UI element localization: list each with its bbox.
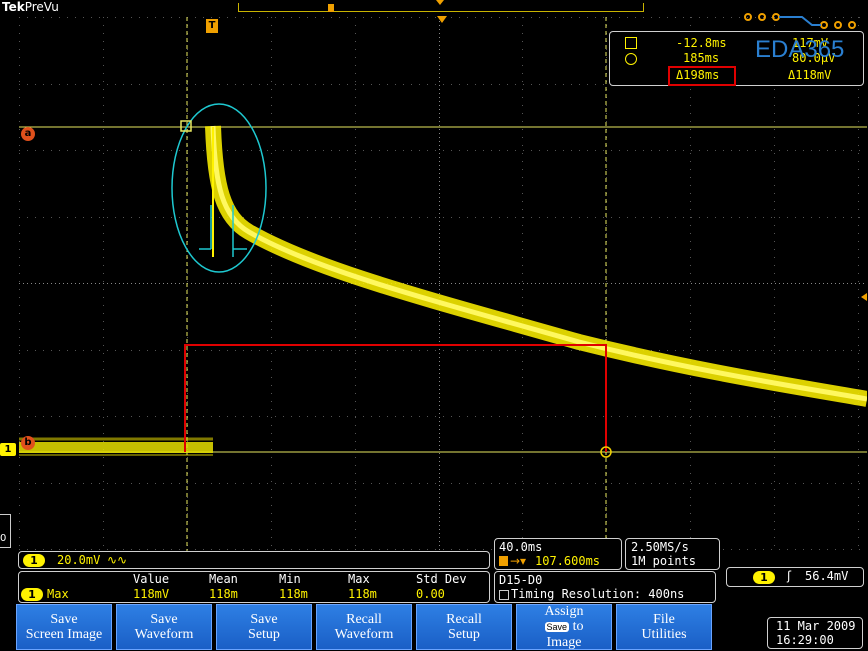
cursor-b-marker[interactable]: b: [21, 436, 35, 450]
softkey-label: to: [572, 619, 584, 634]
softkey-label: Image: [546, 635, 582, 650]
digital-bus-label: D15-D0: [499, 573, 543, 587]
record-length: 1M points: [631, 554, 697, 568]
trigger-position: 107.600ms: [535, 554, 601, 568]
record-trigger-icon: [328, 4, 334, 12]
trigger-arrow-icon: →▾: [510, 554, 527, 568]
save-key-badge: Save: [544, 622, 570, 632]
trigger-channel-badge: 1: [753, 571, 775, 584]
brand-label: TekPreVu: [2, 0, 59, 14]
time-display: 16:29:00: [776, 633, 834, 647]
softkey-label: Setup: [248, 627, 280, 642]
sample-rate: 2.50MS/s: [631, 540, 689, 554]
channel-1-badge: 1: [23, 554, 45, 567]
meas-stddev: 0.00: [416, 587, 445, 601]
trigger-position-marker[interactable]: T: [206, 19, 218, 33]
assign-save-button[interactable]: Assign Save to Image: [516, 604, 612, 650]
digital-channels-panel[interactable]: D15-D0 Timing Resolution: 400ns: [494, 571, 716, 603]
trigger-panel[interactable]: 1 ʃ 56.4mV: [726, 567, 864, 587]
sampling-panel[interactable]: 2.50MS/s 1M points: [625, 538, 720, 570]
digital-timing-resolution: Timing Resolution: 400ns: [511, 587, 685, 601]
circuit-logo-icon: [744, 13, 856, 29]
delta-time-highlight: [668, 66, 736, 86]
softkey-label: Save: [150, 612, 178, 627]
measurement-panel[interactable]: Value Mean Min Max Std Dev 1 Max 118mV 1…: [18, 571, 490, 603]
eda365-watermark-logo: EDA365: [755, 36, 845, 63]
softkey-label: Assign: [544, 604, 584, 619]
channel-scale-panel[interactable]: 1 20.0mV ∿∿: [18, 551, 490, 569]
softkey-label: Screen Image: [25, 627, 103, 642]
softkey-label: Setup: [448, 627, 480, 642]
meas-name: Max: [47, 587, 69, 601]
timebase-panel[interactable]: 40.0ms →▾ 107.600ms: [494, 538, 622, 570]
channel-1-scale: 20.0mV: [57, 553, 101, 567]
meas-channel-badge: 1: [21, 588, 43, 601]
graticule-grid: [19, 17, 867, 551]
waveform-trace: [19, 125, 867, 456]
file-utilities-button[interactable]: File Utilities: [616, 604, 712, 650]
channel-1-ground-marker[interactable]: 1: [0, 443, 16, 456]
softkey-label: Recall: [446, 612, 482, 627]
softkey-label: Recall: [346, 612, 382, 627]
cursor-b-time: 185ms: [683, 51, 720, 65]
meas-value: 118mV: [133, 587, 170, 601]
softkey-label: Waveform: [334, 627, 394, 642]
record-center-arrow-icon: [436, 0, 444, 5]
softkey-label: Save: [250, 612, 278, 627]
cursor-delta-voltage: Δ118mV: [788, 68, 832, 82]
meas-header-value: Value: [133, 572, 170, 586]
meas-header-stddev: Std Dev: [416, 572, 467, 586]
datetime-panel: 11 Mar 2009 16:29:00: [767, 617, 863, 649]
ground-reference-marker[interactable]: 0: [0, 514, 11, 548]
cursor-a-time: -12.8ms: [676, 36, 727, 50]
brand-tek: Tek: [2, 0, 25, 14]
time-per-division: 40.0ms: [499, 540, 543, 554]
recall-waveform-button[interactable]: Recall Waveform: [316, 604, 412, 650]
brand-prevu: PreVu: [24, 0, 59, 14]
softkey-label: File: [653, 612, 675, 627]
right-edge-marker: [861, 293, 867, 301]
graticule-center-arrow-icon: [437, 16, 447, 23]
softkey-label: Waveform: [134, 627, 194, 642]
bandwidth-limit-icon: ∿∿: [107, 553, 128, 567]
cursor-a-marker[interactable]: a: [21, 127, 35, 141]
trigger-offset-icon: [499, 556, 508, 566]
save-waveform-button[interactable]: Save Waveform: [116, 604, 212, 650]
cursor-b-circle-icon: [625, 53, 637, 65]
save-setup-button[interactable]: Save Setup: [216, 604, 312, 650]
meas-header-mean: Mean: [209, 572, 238, 586]
trigger-level: 56.4mV: [805, 569, 849, 583]
softkey-label: Utilities: [641, 627, 687, 642]
meas-header-min: Min: [279, 572, 301, 586]
digital-timing-icon: [499, 590, 509, 600]
meas-max: 118m: [348, 587, 377, 601]
recall-setup-button[interactable]: Recall Setup: [416, 604, 512, 650]
date-display: 11 Mar 2009: [776, 619, 856, 633]
meas-mean: 118m: [209, 587, 238, 601]
meas-header-max: Max: [348, 572, 370, 586]
softkey-label: Save to: [544, 619, 584, 635]
trigger-slope-icon: ʃ: [787, 569, 792, 583]
cursor-a-square-icon: [625, 37, 637, 49]
save-screen-image-button[interactable]: Save Screen Image: [16, 604, 112, 650]
softkey-label: Save: [50, 612, 78, 627]
meas-min: 118m: [279, 587, 308, 601]
graticule-display[interactable]: [19, 17, 867, 551]
